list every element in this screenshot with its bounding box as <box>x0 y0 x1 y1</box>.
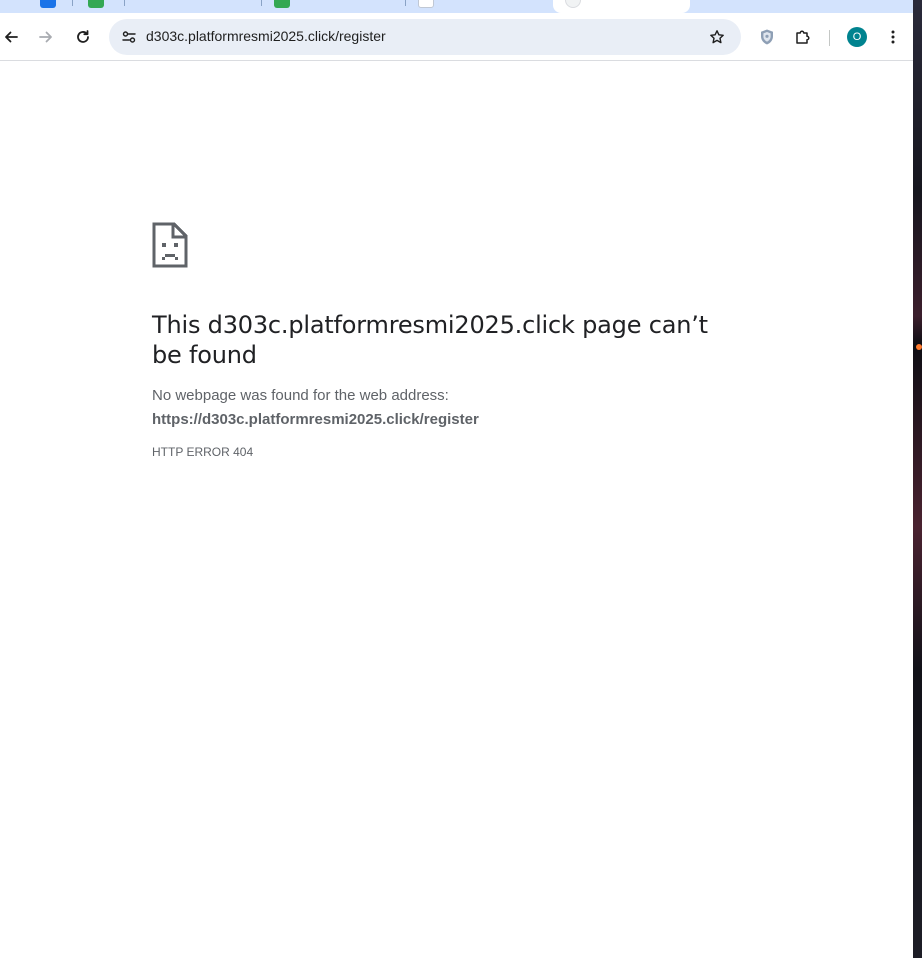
forward-button[interactable] <box>32 23 60 51</box>
reload-icon <box>77 30 89 43</box>
error-description: No webpage was found for the web address… <box>152 387 449 404</box>
star-icon <box>710 30 724 44</box>
desktop-background-edge <box>913 0 922 958</box>
tab-separator <box>261 0 262 6</box>
extensions-button[interactable] <box>789 23 817 51</box>
tab-favicon-blue[interactable] <box>40 0 56 8</box>
back-arrow-icon <box>5 31 18 43</box>
tune-icon <box>122 31 136 43</box>
tab-favicon-page[interactable] <box>418 0 434 8</box>
tab-separator <box>405 0 406 6</box>
tab-separator <box>72 0 73 6</box>
browser-toolbar: d303c.platformresmi2025.click/register O <box>0 13 922 61</box>
profile-avatar[interactable]: O <box>847 27 867 47</box>
address-bar[interactable]: d303c.platformresmi2025.click/register <box>109 19 741 55</box>
menu-button[interactable] <box>879 23 907 51</box>
tab-favicon-green[interactable] <box>274 0 290 8</box>
tab-separator <box>124 0 125 6</box>
error-code: HTTP ERROR 404 <box>152 445 254 459</box>
desktop-light-spot <box>916 344 922 350</box>
address-bar-url[interactable]: d303c.platformresmi2025.click/register <box>146 28 386 44</box>
back-button[interactable] <box>0 23 25 51</box>
error-url: https://d303c.platformresmi2025.click/re… <box>152 411 479 428</box>
site-info-button[interactable] <box>115 23 143 51</box>
reload-button[interactable] <box>69 23 97 51</box>
error-headline: This d303c.platformresmi2025.click page … <box>152 311 708 369</box>
bookmark-button[interactable] <box>703 23 731 51</box>
toolbar-divider <box>829 30 830 46</box>
puzzle-icon <box>796 30 810 44</box>
kebab-menu-icon <box>891 30 895 44</box>
tab-favicon-green[interactable] <box>88 0 104 8</box>
forward-arrow-icon <box>39 31 52 43</box>
tab-strip <box>0 0 922 14</box>
sad-page-icon <box>152 222 188 268</box>
extension-shield-button[interactable] <box>753 23 781 51</box>
shield-icon <box>761 29 773 45</box>
error-page: This d303c.platformresmi2025.click page … <box>152 222 752 459</box>
